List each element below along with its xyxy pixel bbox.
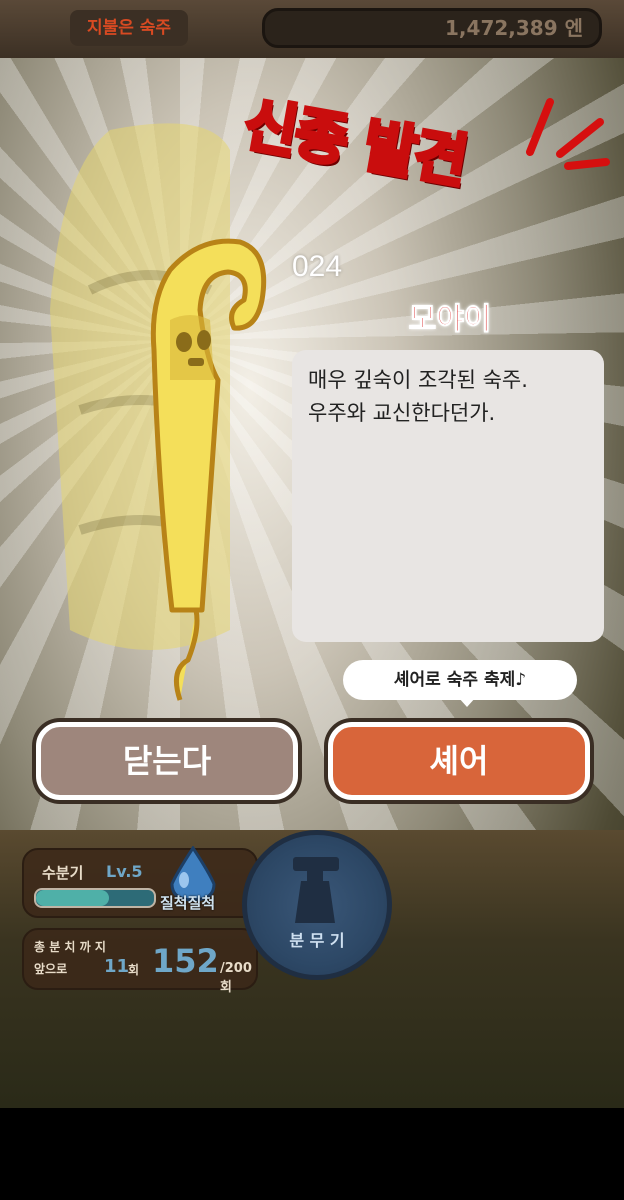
- share-hint-bubble: 셰어로 숙주 축제♪: [343, 660, 577, 700]
- species-name: 모야이: [408, 302, 492, 338]
- spray-label: 분 무 기: [289, 931, 345, 950]
- bottom-letterbox: [0, 1108, 624, 1200]
- description-line: 우주와 교신한다던가.: [308, 401, 496, 425]
- species-number: 024: [292, 250, 343, 283]
- water-bar-fill: [36, 890, 110, 906]
- money-display: 1,472,389 엔: [262, 8, 602, 48]
- harvest-counter-panel: 총 분 치 까 지 앞으로 11 회 152 /200회: [22, 928, 258, 995]
- share-hint-tail: [458, 697, 476, 707]
- water-status: 질척질척: [160, 894, 216, 912]
- harvest-current: 152: [152, 942, 219, 980]
- harvest-label-line2: 앞으로: [34, 962, 68, 976]
- harvest-remaining-unit: 회: [128, 963, 140, 977]
- description-line: 매우 깊숙이 조각된 숙주.: [308, 368, 528, 392]
- species-description-box: 매우 깊숙이 조각된 숙주. 우주와 교신한다던가.: [292, 350, 604, 642]
- moai-sprout-image: [150, 238, 267, 701]
- harvest-max: /200회: [220, 961, 252, 995]
- close-button[interactable]: 닫는다: [36, 722, 298, 800]
- water-bar: [34, 888, 156, 908]
- exclamation-burst-icon: [526, 98, 610, 170]
- harvest-label-line1: 총 분 치 까 지: [34, 940, 106, 954]
- water-level: Lv.5: [106, 862, 143, 881]
- spray-button[interactable]: 분 무 기: [242, 830, 392, 980]
- share-button[interactable]: 셰어: [328, 722, 590, 800]
- spray-bottle-icon: [293, 857, 339, 923]
- harvest-remaining: 11: [104, 956, 130, 977]
- game-scene: 지불은 숙주 1,472,389 엔 신종 발견 024 모야이 매우 깊숙이 …: [0, 0, 624, 1108]
- screen-title: 지불은 숙주: [70, 10, 188, 46]
- water-label: 수분기: [42, 864, 84, 882]
